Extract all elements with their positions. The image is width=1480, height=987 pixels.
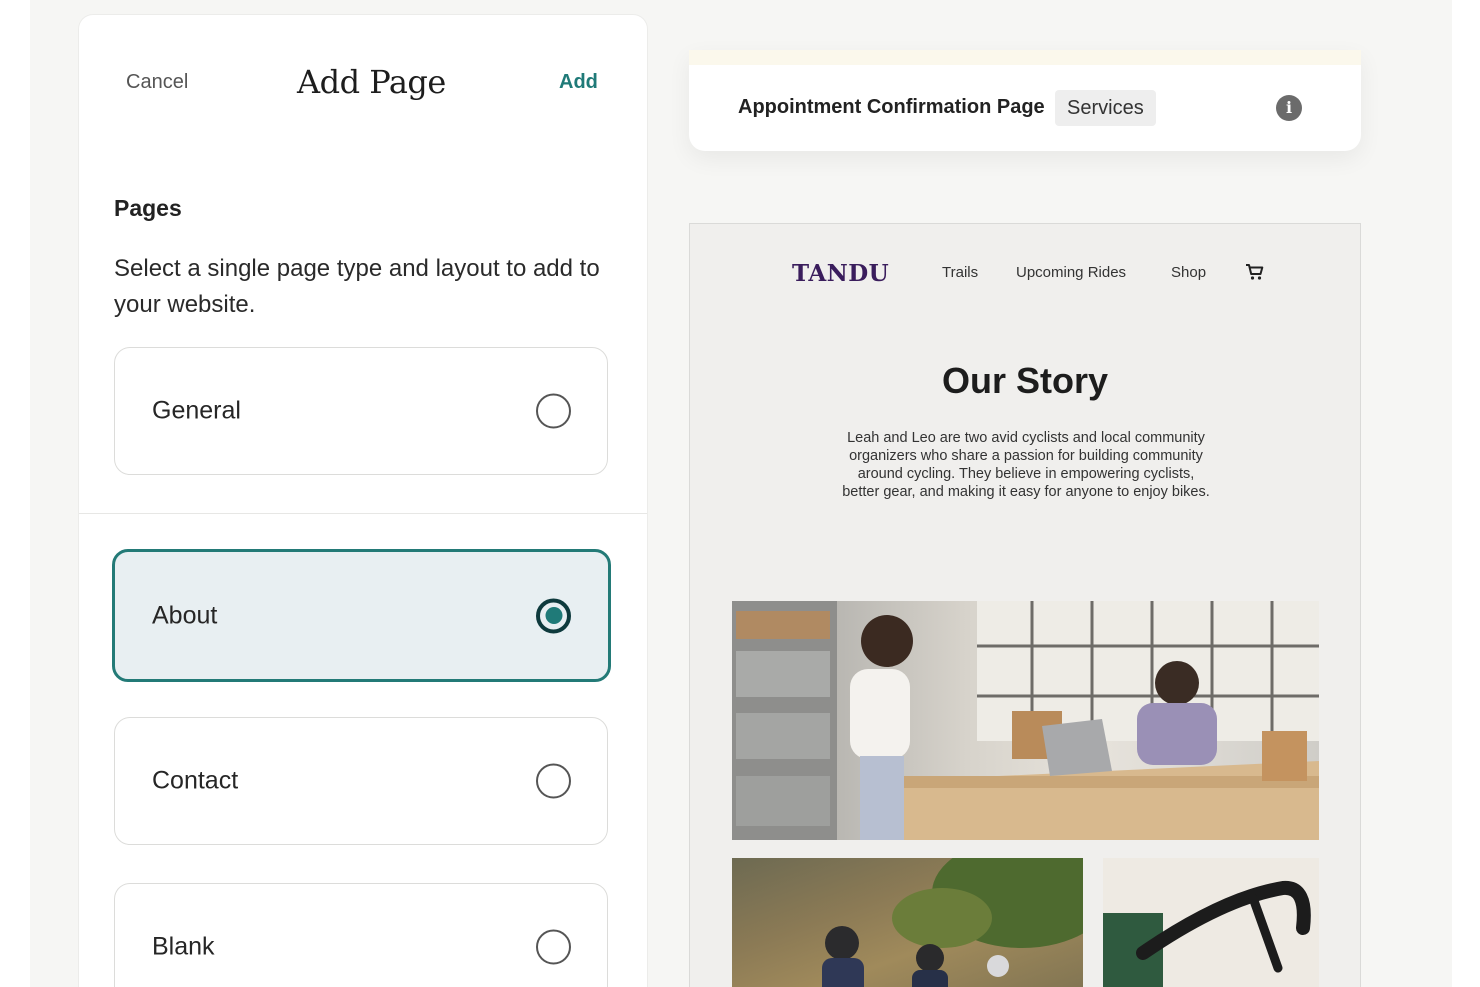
site-logo: TANDU <box>792 260 890 287</box>
riders-photo <box>732 858 1083 987</box>
nav-link-shop[interactable]: Shop <box>1171 264 1206 281</box>
page-option-label: Contact <box>152 766 239 795</box>
page-option-general[interactable]: General <box>114 347 608 475</box>
site-preview: TANDU Trails Upcoming Rides Shop Our Sto… <box>689 223 1361 987</box>
page-info-bar: Appointment Confirmation Page Services i <box>689 50 1361 151</box>
page-option-label: General <box>152 396 241 425</box>
add-button[interactable]: Add <box>559 71 598 94</box>
nav-link-trails[interactable]: Trails <box>942 264 978 281</box>
story-body: Leah and Leo are two avid cyclists and l… <box>842 430 1210 500</box>
divider <box>79 513 647 514</box>
info-icon[interactable]: i <box>1276 95 1302 121</box>
radio-button[interactable] <box>536 929 571 965</box>
page-tag: Services <box>1055 90 1156 126</box>
add-page-panel: Cancel Add Page Add Pages Select a singl… <box>79 15 647 987</box>
page-option-about[interactable]: About <box>112 549 611 682</box>
story-heading: Our Story <box>941 360 1109 401</box>
radio-button[interactable] <box>536 393 571 429</box>
radio-dot <box>545 607 562 624</box>
panel-title: Add Page <box>297 63 446 101</box>
app-frame: Cancel Add Page Add Pages Select a singl… <box>30 0 1452 987</box>
page-bar-topline <box>689 50 1361 65</box>
page-option-label: About <box>152 601 218 629</box>
section-title: Pages <box>114 195 182 221</box>
radio-button-selected[interactable] <box>536 598 571 633</box>
workshop-photo <box>732 601 1319 840</box>
cancel-button[interactable]: Cancel <box>126 71 188 94</box>
page-option-label: Blank <box>152 932 215 961</box>
radio-button[interactable] <box>536 763 571 799</box>
page-option-blank[interactable]: Blank <box>114 883 608 987</box>
nav-link-upcoming-rides[interactable]: Upcoming Rides <box>1016 264 1126 281</box>
page-option-contact[interactable]: Contact <box>114 717 608 845</box>
cart-icon[interactable] <box>1245 262 1265 282</box>
page-name: Appointment Confirmation Page <box>738 96 1045 118</box>
section-description: Select a single page type and layout to … <box>114 255 600 318</box>
handlebar-photo <box>1103 858 1319 987</box>
